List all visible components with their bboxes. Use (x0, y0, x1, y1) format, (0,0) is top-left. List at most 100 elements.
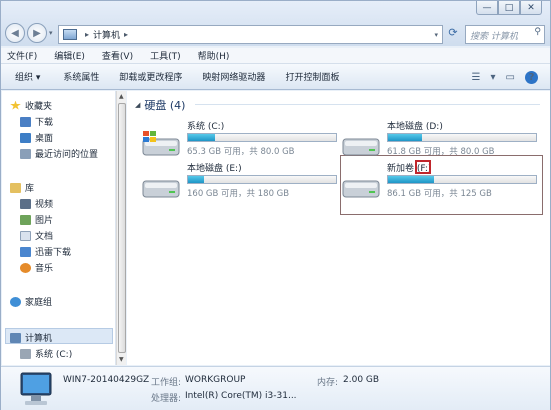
picture-icon (20, 214, 31, 225)
breadcrumb-separator-icon[interactable]: ▸ (85, 30, 89, 39)
toolbar-right: ☰ ▾ ▭ ? (462, 71, 538, 84)
sidebar-label: 最近访问的位置 (35, 150, 99, 160)
music-icon (20, 262, 31, 273)
drive-space-info: 61.8 GB 可用，共 80.0 GB (387, 147, 495, 157)
map-network-drive-button[interactable]: 映射网络驱动器 (202, 70, 265, 83)
computer-icon (20, 372, 52, 405)
sidebar-item-downloads[interactable]: 下载 (20, 115, 53, 128)
search-icon[interactable]: ⚲ (534, 27, 541, 37)
download-folder-icon (20, 116, 31, 127)
menu-view[interactable]: 查看(V) (102, 49, 133, 62)
menu-tools[interactable]: 工具(T) (150, 49, 181, 62)
content-area: ◢ 硬盘 (4) 系统 (C:) 65.3 GB 可用，共 80.0 GB 本地磁… (127, 91, 550, 365)
sidebar-item-desktop[interactable]: 桌面 (20, 131, 53, 144)
system-properties-button[interactable]: 系统属性 (63, 70, 99, 83)
sidebar-label: 收藏夹 (25, 102, 53, 112)
workgroup-value: WORKGROUP (185, 375, 246, 385)
sidebar-label: 系统 (C:) (35, 350, 73, 360)
search-input[interactable]: 搜索 计算机 ⚲ (465, 25, 545, 44)
view-dropdown-icon[interactable]: ▾ (491, 72, 496, 83)
drive-name: 本地磁盘 (E:) (187, 164, 242, 174)
window-controls: — □ ✕ (476, 1, 542, 15)
organize-button[interactable]: 组织 ▾ (15, 70, 40, 83)
hard-drive-icon (342, 180, 380, 198)
computer-icon (63, 29, 77, 40)
group-header[interactable]: ◢ 硬盘 (4) (135, 97, 185, 113)
sidebar-label: 库 (25, 184, 35, 194)
change-view-icon[interactable]: ☰ (472, 72, 481, 83)
highlight-annotation-box (415, 160, 431, 174)
group-divider (195, 104, 540, 105)
processor-value: Intel(R) Core(TM) i3-31... (185, 391, 297, 401)
explorer-window: — □ ✕ ◀ ▶ ▾ ▸ 计算机 ▸ ▾ ⟳ 搜索 计算机 ⚲ 文件(F) 编辑… (0, 0, 551, 410)
sidebar-item-pictures[interactable]: 图片 (20, 213, 53, 226)
sidebar-label: 计算机 (25, 334, 53, 344)
recent-pages-dropdown-icon[interactable]: ▾ (49, 29, 53, 43)
command-bar: 组织 ▾ 系统属性 卸载或更改程序 映射网络驱动器 打开控制面板 ☰ ▾ ▭ ? (1, 64, 550, 90)
sidebar-item-music[interactable]: 音乐 (20, 261, 53, 274)
minimize-button[interactable]: — (476, 1, 498, 15)
memory-label: 内存: (317, 378, 339, 388)
uninstall-program-button[interactable]: 卸载或更改程序 (119, 70, 182, 83)
forward-button[interactable]: ▶ (27, 23, 47, 43)
processor-label: 处理器: (151, 394, 182, 404)
drive-usage-fill (388, 134, 423, 141)
video-icon (20, 198, 31, 209)
drive-item[interactable]: 本地磁盘 (E:) 160 GB 可用，共 180 GB (141, 161, 341, 203)
drive-item[interactable]: 新加卷 (F:) 86.1 GB 可用，共 125 GB (341, 161, 541, 203)
scrollbar-thumb[interactable] (118, 103, 126, 353)
address-bar[interactable]: ▸ 计算机 ▸ ▾ (58, 25, 443, 44)
sidebar-libraries[interactable]: 库 (10, 181, 34, 194)
library-icon (10, 182, 21, 193)
navigation-pane: 收藏夹 下载 桌面 最近访问的位置 库 视频 图片 文档 迅雷下载 音乐 家庭组… (2, 91, 116, 365)
sidebar-computer[interactable]: 计算机 (10, 331, 52, 344)
sidebar-item-drive-c[interactable]: 系统 (C:) (20, 347, 72, 360)
menu-bar: 文件(F) 编辑(E) 查看(V) 工具(T) 帮助(H) (1, 48, 550, 64)
maximize-button[interactable]: □ (498, 1, 520, 15)
sidebar-item-videos[interactable]: 视频 (20, 197, 53, 210)
preview-pane-icon[interactable]: ▭ (506, 72, 515, 83)
breadcrumb-computer[interactable]: 计算机 (93, 28, 120, 41)
system-drive-icon (142, 131, 180, 156)
desktop-icon (20, 132, 31, 143)
scroll-down-icon[interactable]: ▼ (119, 356, 124, 363)
back-button[interactable]: ◀ (5, 23, 25, 43)
menu-help[interactable]: 帮助(H) (198, 49, 230, 62)
collapse-triangle-icon[interactable]: ◢ (135, 101, 140, 109)
open-control-panel-button[interactable]: 打开控制面板 (285, 70, 339, 83)
sidebar-label: 图片 (35, 216, 54, 226)
sidebar-label: 下载 (35, 118, 54, 128)
details-pane: WIN7-20140429GZ 工作组: WORKGROUP 内存: 2.00 … (1, 366, 550, 410)
back-arrow-icon: ◀ (11, 27, 19, 39)
thunder-download-icon (20, 246, 31, 257)
sidebar-scrollbar[interactable]: ▲ ▼ (116, 91, 126, 365)
drive-space-info: 86.1 GB 可用，共 125 GB (387, 189, 492, 199)
help-icon[interactable]: ? (525, 71, 538, 84)
refresh-icon[interactable]: ⟳ (445, 26, 461, 43)
menu-edit[interactable]: 编辑(E) (54, 49, 85, 62)
computer-name: WIN7-20140429GZ (63, 375, 150, 385)
sidebar-label: 文档 (35, 232, 54, 242)
drive-item[interactable]: 本地磁盘 (D:) 61.8 GB 可用，共 80.0 GB (341, 119, 541, 161)
sidebar-item-documents[interactable]: 文档 (20, 229, 53, 242)
address-dropdown-icon[interactable]: ▾ (434, 31, 438, 39)
scroll-up-icon[interactable]: ▲ (119, 93, 124, 100)
sidebar-item-recent[interactable]: 最近访问的位置 (20, 147, 98, 160)
menu-file[interactable]: 文件(F) (7, 49, 37, 62)
drive-item[interactable]: 系统 (C:) 65.3 GB 可用，共 80.0 GB (141, 119, 341, 161)
sidebar-homegroup[interactable]: 家庭组 (10, 295, 52, 308)
drive-name: 系统 (C:) (187, 122, 225, 132)
hard-drive-icon (142, 180, 180, 198)
sidebar-item-thunder-downloads[interactable]: 迅雷下载 (20, 245, 71, 258)
breadcrumb-separator-icon[interactable]: ▸ (124, 30, 128, 39)
title-bar: — □ ✕ ◀ ▶ ▾ ▸ 计算机 ▸ ▾ ⟳ 搜索 计算机 ⚲ (1, 1, 550, 46)
navigation-buttons: ◀ ▶ ▾ (5, 23, 53, 43)
sidebar-label: 视频 (35, 200, 54, 210)
document-icon (20, 230, 31, 241)
drive-space-info: 65.3 GB 可用，共 80.0 GB (187, 147, 295, 157)
close-button[interactable]: ✕ (520, 1, 542, 15)
sidebar-favorites[interactable]: 收藏夹 (10, 99, 52, 112)
drive-usage-bar (187, 175, 337, 184)
workgroup-label: 工作组: (151, 378, 182, 388)
sidebar-label: 迅雷下载 (35, 248, 72, 258)
